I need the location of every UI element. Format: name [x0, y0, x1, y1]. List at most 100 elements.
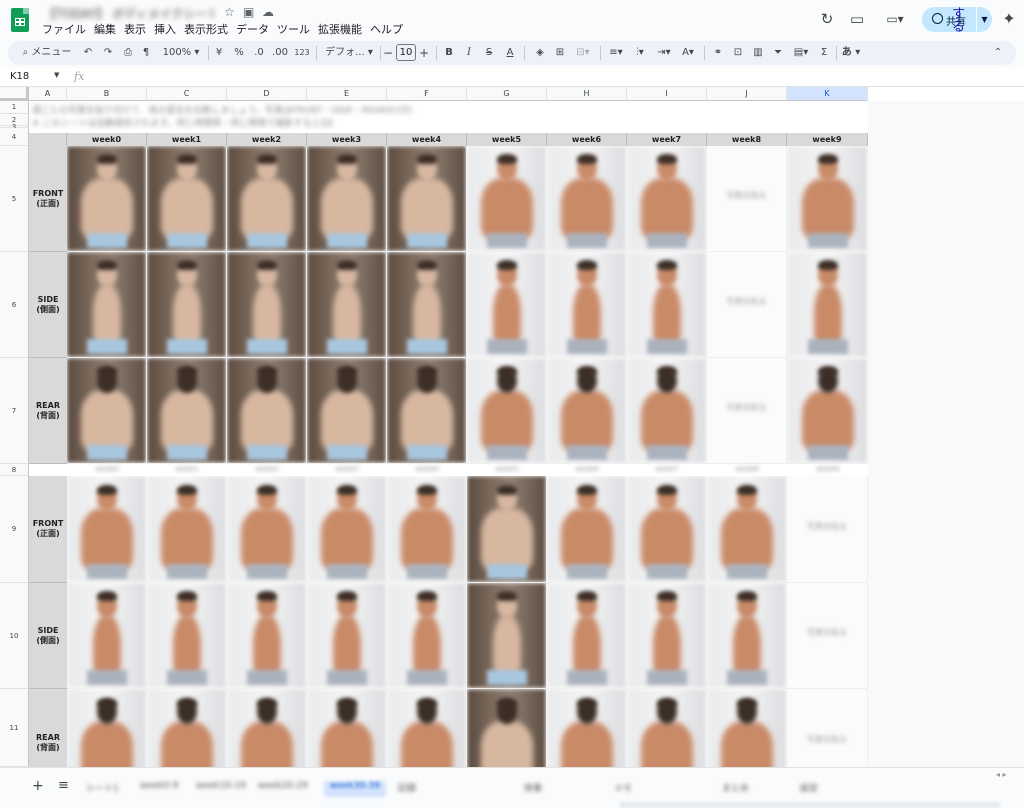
progress-photo[interactable]: [387, 583, 467, 689]
photo-placeholder[interactable]: 写真を貼る: [787, 689, 868, 767]
progress-photo[interactable]: [67, 689, 147, 767]
sheet-tab[interactable]: week10-19: [196, 781, 246, 797]
percent-format-button[interactable]: %: [232, 41, 246, 65]
row-header-1[interactable]: 1: [0, 101, 29, 114]
progress-photo[interactable]: [787, 358, 868, 464]
progress-photo[interactable]: [467, 146, 547, 252]
progress-photo[interactable]: [547, 252, 627, 358]
functions-icon[interactable]: Σ: [816, 41, 832, 65]
progress-photo[interactable]: [147, 146, 227, 252]
bold-icon[interactable]: B: [442, 41, 456, 65]
progress-photo[interactable]: [307, 252, 387, 358]
text-color-icon[interactable]: A: [502, 41, 518, 65]
decrease-decimal-button[interactable]: .0: [250, 41, 268, 65]
currency-format-button[interactable]: ¥: [212, 41, 226, 65]
menu-edit[interactable]: 編集: [90, 22, 120, 38]
progress-photo[interactable]: [227, 252, 307, 358]
name-box[interactable]: K18: [10, 71, 29, 82]
progress-photo[interactable]: [627, 252, 707, 358]
column-header-i[interactable]: I: [627, 87, 707, 101]
progress-photo[interactable]: [147, 252, 227, 358]
menu-format[interactable]: 表示形式: [180, 22, 232, 38]
column-header-e[interactable]: E: [307, 87, 387, 101]
progress-photo[interactable]: [227, 583, 307, 689]
progress-photo[interactable]: [307, 146, 387, 252]
increase-decimal-button[interactable]: .00: [270, 41, 290, 65]
progress-photo[interactable]: [547, 476, 627, 583]
text-rotation-icon[interactable]: A▾: [678, 41, 698, 65]
text-wrap-icon[interactable]: ⇥▾: [654, 41, 674, 65]
progress-photo[interactable]: [307, 358, 387, 464]
sheet-tab[interactable]: 体重: [524, 781, 542, 797]
borders-icon[interactable]: ⊞: [552, 41, 568, 65]
progress-photo[interactable]: [467, 476, 547, 583]
comment-icon[interactable]: ▭: [846, 8, 868, 30]
paint-format-icon[interactable]: ¶: [138, 41, 154, 65]
font-size-input[interactable]: 10: [396, 44, 416, 61]
decrease-font-size-button[interactable]: −: [382, 41, 394, 65]
collapse-toolbar-icon[interactable]: ⌃: [990, 41, 1006, 65]
document-title[interactable]: 【TODAY】 ボディメイクシート: [44, 5, 214, 19]
input-tools-button[interactable]: あ ▾: [840, 41, 862, 65]
progress-photo[interactable]: [547, 583, 627, 689]
progress-photo[interactable]: [627, 358, 707, 464]
sheet-tab-active[interactable]: week30-39: [324, 781, 386, 797]
strikethrough-icon[interactable]: S: [482, 41, 496, 65]
column-header-h[interactable]: H: [547, 87, 627, 101]
sheet-tab[interactable]: week20-29: [258, 781, 308, 797]
select-all-corner[interactable]: [0, 87, 29, 101]
progress-photo[interactable]: [387, 689, 467, 767]
progress-photo[interactable]: [227, 146, 307, 252]
row-header-11[interactable]: 11: [0, 689, 29, 767]
insert-link-icon[interactable]: ⚭: [710, 41, 726, 65]
italic-icon[interactable]: I: [462, 41, 476, 65]
zoom-select[interactable]: 100% ▾: [160, 41, 202, 65]
horizontal-align-icon[interactable]: ≡▾: [606, 41, 626, 65]
star-icon[interactable]: ☆: [224, 5, 235, 19]
progress-photo[interactable]: [307, 689, 387, 767]
font-select[interactable]: デフォ... ▾: [322, 41, 376, 65]
gemini-sparkle-icon[interactable]: ✦: [998, 8, 1020, 30]
row-header-5[interactable]: 5: [0, 146, 29, 252]
progress-photo[interactable]: [307, 476, 387, 583]
progress-photo[interactable]: [387, 252, 467, 358]
photo-placeholder[interactable]: 写真を貼る: [707, 358, 787, 464]
progress-photo[interactable]: [547, 146, 627, 252]
sheet-tab[interactable]: まとめ: [722, 781, 749, 797]
sheet-tab[interactable]: シート1: [86, 781, 119, 797]
menu-view[interactable]: 表示: [120, 22, 150, 38]
photo-placeholder[interactable]: 写真を貼る: [787, 583, 868, 689]
progress-photo[interactable]: [227, 358, 307, 464]
menu-extensions[interactable]: 拡張機能: [314, 22, 366, 38]
progress-photo[interactable]: [467, 583, 547, 689]
progress-photo[interactable]: [787, 252, 868, 358]
search-menus[interactable]: ⌕ メニュー: [18, 41, 76, 65]
progress-photo[interactable]: [67, 146, 147, 252]
row-header-4[interactable]: 4: [0, 128, 29, 146]
menu-file[interactable]: ファイル: [38, 22, 90, 38]
progress-photo[interactable]: [467, 358, 547, 464]
progress-photo[interactable]: [787, 146, 868, 252]
photo-placeholder[interactable]: 写真を貼る: [787, 476, 868, 583]
progress-photo[interactable]: [147, 689, 227, 767]
photo-placeholder[interactable]: 写真を貼る: [707, 252, 787, 358]
row-header-10[interactable]: 10: [0, 583, 29, 689]
progress-photo[interactable]: [67, 476, 147, 583]
filter-views-icon[interactable]: ▤▾: [790, 41, 812, 65]
progress-photo[interactable]: [387, 476, 467, 583]
progress-photo[interactable]: [227, 689, 307, 767]
column-header-d[interactable]: D: [227, 87, 307, 101]
progress-photo[interactable]: [387, 358, 467, 464]
column-header-a[interactable]: A: [29, 87, 67, 101]
cloud-status-icon[interactable]: ☁: [262, 5, 274, 19]
insert-comment-icon[interactable]: ⊡: [730, 41, 746, 65]
row-header-7[interactable]: 7: [0, 358, 29, 464]
progress-photo[interactable]: [627, 689, 707, 767]
meet-icon[interactable]: ▭▾: [880, 8, 910, 30]
filter-icon[interactable]: ⏷: [770, 41, 786, 65]
progress-photo[interactable]: [467, 252, 547, 358]
column-header-c[interactable]: C: [147, 87, 227, 101]
progress-photo[interactable]: [627, 583, 707, 689]
progress-photo[interactable]: [147, 358, 227, 464]
progress-photo[interactable]: [627, 476, 707, 583]
